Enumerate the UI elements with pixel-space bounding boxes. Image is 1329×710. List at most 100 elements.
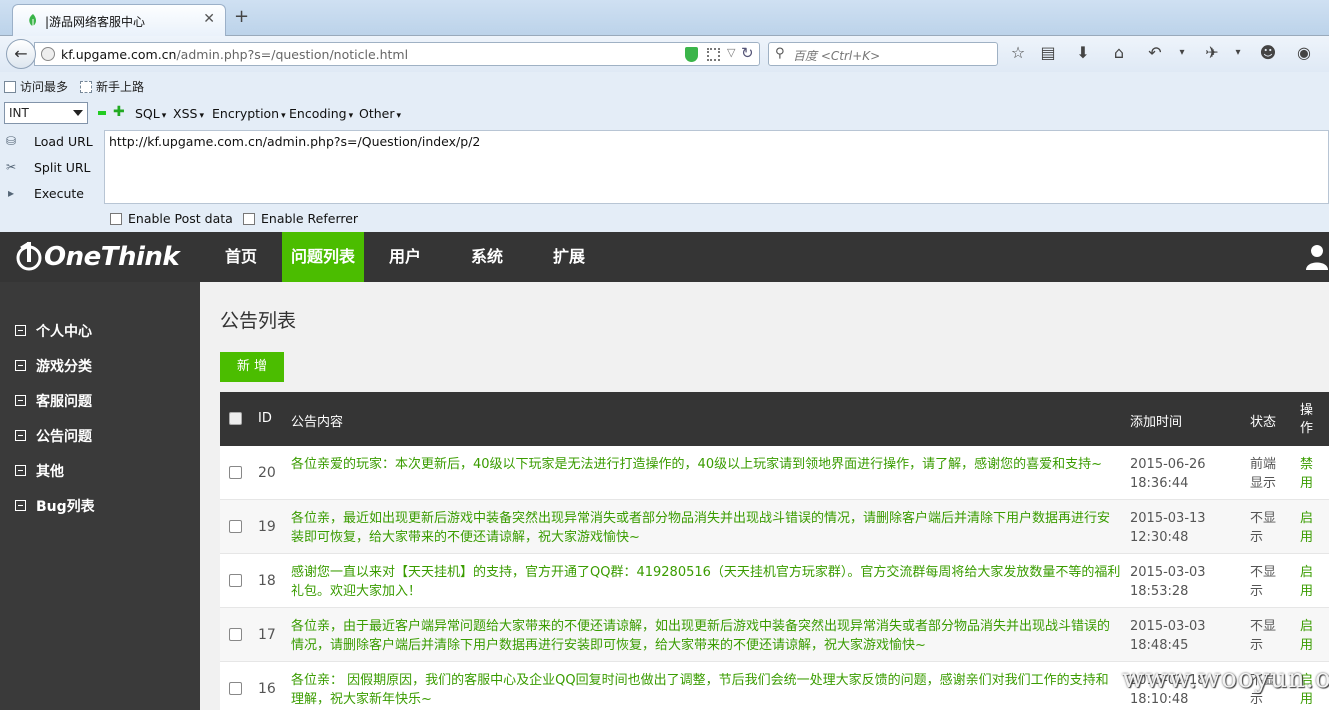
- menu-other[interactable]: Other: [359, 106, 401, 121]
- bookmark-folder-icon: [80, 81, 92, 93]
- bookmark-star-icon[interactable]: ☆: [1008, 43, 1028, 63]
- hackbar-panel: INT ✚ SQL XSS Encryption Encoding Other …: [0, 100, 1329, 232]
- row-id: 20: [258, 465, 276, 481]
- row-id: 17: [258, 627, 276, 643]
- table-header: ID 公告内容 添加时间 状态 操作: [220, 392, 1329, 446]
- main-content: 公告列表 新 增 ID 公告内容 添加时间 状态 操作 20 各位亲爱的玩家：本…: [200, 282, 1329, 710]
- table-row: 20 各位亲爱的玩家：本次更新后，40级以下玩家是无法进行打造操作的，40级以上…: [220, 446, 1329, 500]
- row-time: 2015-06-26 18:36:44: [1130, 457, 1206, 491]
- plus-icon[interactable]: ✚: [113, 104, 125, 120]
- enable-referrer-checkbox[interactable]: Enable Referrer: [243, 211, 358, 226]
- extension-icon[interactable]: ✈: [1202, 43, 1222, 63]
- play-icon: ▸: [7, 186, 15, 200]
- column-id[interactable]: ID: [258, 411, 272, 426]
- nav-extensions[interactable]: 扩展: [542, 232, 596, 282]
- row-action-link[interactable]: 禁用: [1300, 455, 1316, 493]
- row-content-link[interactable]: 感谢您一直以来对【天天挂机】的支持，官方开通了QQ群：419280516（天天挂…: [291, 563, 1121, 601]
- nav-users[interactable]: 用户: [378, 232, 432, 282]
- load-url-button[interactable]: ⛁ Load URL: [0, 131, 100, 153]
- collapse-icon: [15, 360, 26, 371]
- shield-icon[interactable]: [685, 47, 698, 62]
- select-all-checkbox[interactable]: [229, 412, 242, 425]
- nav-question-list[interactable]: 问题列表: [282, 232, 364, 282]
- row-time: 2015-03-13 12:30:48: [1130, 511, 1206, 545]
- undo-icon[interactable]: ↶: [1145, 43, 1165, 63]
- row-content-link[interactable]: 各位亲，最近如出现更新后游戏中装备突然出现异常消失或者部分物品消失并出现战斗错误…: [291, 509, 1121, 547]
- column-content: 公告内容: [291, 415, 344, 430]
- user-icon[interactable]: [1306, 244, 1328, 270]
- reload-icon[interactable]: ↻: [741, 44, 754, 62]
- bookmark-getting-started[interactable]: 新手上路: [80, 78, 144, 95]
- sidebar-item-personal-center[interactable]: 个人中心: [15, 321, 92, 341]
- search-placeholder: 百度 <Ctrl+K>: [793, 49, 881, 63]
- menu-xss[interactable]: XSS: [173, 106, 204, 121]
- profile-globe-icon[interactable]: ◉: [1294, 43, 1314, 63]
- sidebar-item-other[interactable]: 其他: [15, 461, 64, 481]
- nav-home[interactable]: 首页: [214, 232, 268, 282]
- minus-icon[interactable]: [98, 111, 106, 115]
- sidebar-item-bug-list[interactable]: Bug列表: [15, 496, 95, 516]
- row-status: 不显示: [1250, 565, 1277, 599]
- extension-dropdown-icon[interactable]: ▾: [1228, 43, 1248, 63]
- sidebar: 个人中心 游戏分类 客服问题 公告问题 其他 Bug列表: [0, 282, 200, 710]
- split-url-button[interactable]: ✂ Split URL: [0, 157, 100, 179]
- table-row: 18 感谢您一直以来对【天天挂机】的支持，官方开通了QQ群：419280516（…: [220, 554, 1329, 608]
- home-icon[interactable]: ⌂: [1109, 43, 1129, 63]
- row-checkbox[interactable]: [229, 466, 242, 479]
- search-input[interactable]: ⚲ 百度 <Ctrl+K>: [768, 42, 998, 66]
- add-new-button[interactable]: 新 增: [220, 352, 284, 382]
- collapse-icon: [15, 325, 26, 336]
- back-button[interactable]: ←: [6, 39, 36, 69]
- execute-button[interactable]: ▸ Execute: [0, 183, 100, 205]
- scissors-icon: ✂: [5, 160, 17, 174]
- logo-mark-icon: [16, 241, 42, 271]
- row-content-link[interactable]: 各位亲，由于最近客户端异常问题给大家带来的不便还请谅解，如出现更新后游戏中装备突…: [291, 617, 1121, 655]
- row-checkbox[interactable]: [229, 520, 242, 533]
- menu-sql[interactable]: SQL: [135, 106, 166, 121]
- close-tab-icon[interactable]: ✕: [203, 11, 215, 27]
- collapse-icon: [15, 500, 26, 511]
- dropdown-arrow-icon[interactable]: ▽: [727, 46, 735, 59]
- logo-text: OneThink: [44, 242, 180, 272]
- collapse-icon: [15, 465, 26, 476]
- bookmark-most-visited[interactable]: 访问最多: [4, 78, 68, 95]
- row-checkbox[interactable]: [229, 574, 242, 587]
- table-row: 19 各位亲，最近如出现更新后游戏中装备突然出现异常消失或者部分物品消失并出现战…: [220, 500, 1329, 554]
- browser-tab[interactable]: |游品网络客服中心 ✕: [12, 4, 226, 36]
- address-bar[interactable]: kf.upgame.com.cn/admin.php?s=/question/n…: [34, 42, 760, 66]
- chat-icon[interactable]: ☻: [1258, 43, 1278, 63]
- type-select[interactable]: INT: [4, 102, 88, 124]
- bookmarks-bar: 访问最多 新手上路: [0, 72, 1329, 100]
- row-content-link[interactable]: 各位亲爱的玩家：本次更新后，40级以下玩家是无法进行打造操作的，40级以上玩家请…: [291, 455, 1121, 474]
- browser-navigation-bar: kf.upgame.com.cn/admin.php?s=/question/n…: [0, 36, 1329, 72]
- qr-code-icon[interactable]: [707, 48, 720, 61]
- column-status: 状态: [1250, 415, 1277, 430]
- reading-list-icon[interactable]: ▤: [1038, 43, 1058, 63]
- browser-tab-bar: |游品网络客服中心 ✕ +: [0, 0, 1329, 36]
- row-action-link[interactable]: 启用: [1300, 563, 1316, 601]
- bookmark-icon: [4, 81, 16, 93]
- row-status: 不显示: [1250, 511, 1277, 545]
- row-id: 18: [258, 573, 276, 589]
- back-arrow-icon: ←: [14, 44, 28, 63]
- sidebar-item-game-categories[interactable]: 游戏分类: [15, 356, 92, 376]
- sidebar-item-notice-questions[interactable]: 公告问题: [15, 426, 92, 446]
- menu-encoding[interactable]: Encoding: [289, 106, 353, 121]
- row-checkbox[interactable]: [229, 628, 242, 641]
- undo-dropdown-icon[interactable]: ▾: [1172, 43, 1192, 63]
- download-icon[interactable]: ⬇: [1073, 43, 1093, 63]
- app-top-nav: OneThink 首页 问题列表 用户 系统 扩展: [0, 232, 1329, 282]
- row-content-link[interactable]: 各位亲： 因假期原因，我们的客服中心及企业QQ回复时间也做出了调整，节后我们会统…: [291, 671, 1121, 709]
- enable-post-data-checkbox[interactable]: Enable Post data: [110, 211, 233, 226]
- globe-icon: [41, 47, 55, 61]
- sidebar-item-support-questions[interactable]: 客服问题: [15, 391, 92, 411]
- row-id: 19: [258, 519, 276, 535]
- new-tab-icon[interactable]: +: [234, 8, 249, 26]
- row-time: 2015-03-03 18:53:28: [1130, 565, 1206, 599]
- row-action-link[interactable]: 启用: [1300, 509, 1316, 547]
- row-action-link[interactable]: 启用: [1300, 617, 1316, 655]
- menu-encryption[interactable]: Encryption: [212, 106, 286, 121]
- row-checkbox[interactable]: [229, 682, 242, 695]
- url-textarea[interactable]: http://kf.upgame.com.cn/admin.php?s=/Que…: [104, 130, 1329, 204]
- nav-system[interactable]: 系统: [460, 232, 514, 282]
